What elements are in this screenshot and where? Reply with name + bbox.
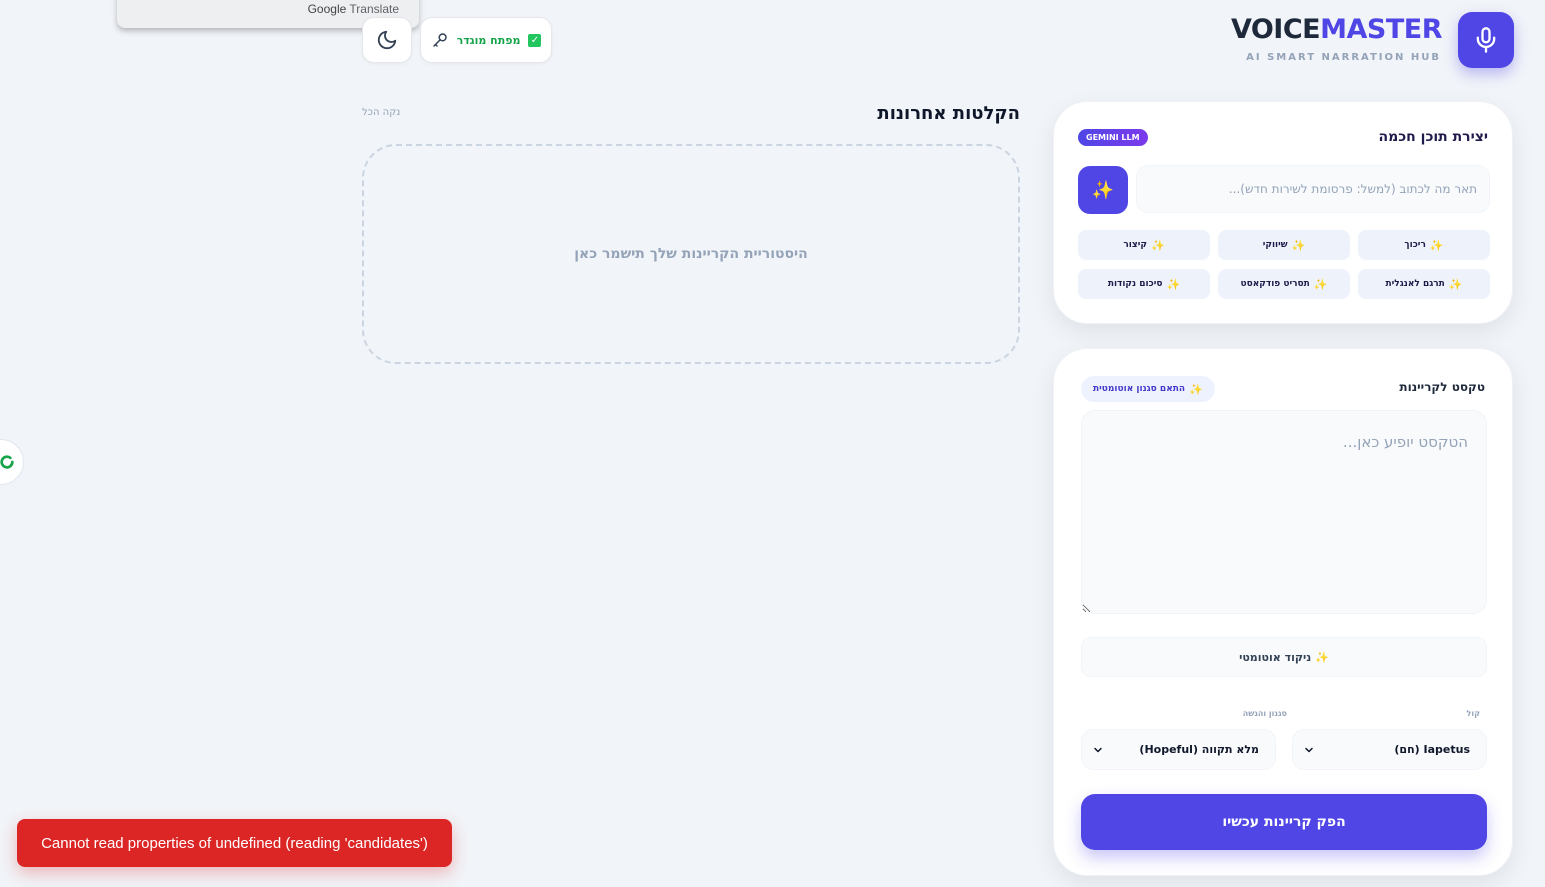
error-toast: Cannot read properties of undefined (rea… — [17, 819, 452, 867]
history-empty-message: היסטוריית הקריינות שלך תישמר כאן — [574, 246, 808, 262]
chevron-down-icon — [1094, 747, 1102, 752]
sparkle-icon: ✨ — [1291, 238, 1306, 252]
voice-label: קול — [1466, 709, 1480, 718]
sparkle-icon: ✨ — [1091, 179, 1115, 200]
voice-select[interactable]: Iapetus (חם) — [1292, 729, 1487, 770]
ai-card-title: יצירת תוכן חכמה — [1378, 129, 1488, 145]
ai-content-card: יצירת תוכן חכמה GEMINI LLM ✨ ✨ריכוך ✨שיו… — [1053, 101, 1513, 324]
prompt-input[interactable] — [1136, 165, 1490, 213]
google-translate-brand: Google — [307, 2, 347, 16]
api-key-label: מפתח מוגדר — [456, 33, 521, 47]
narration-text-label: טקסט לקריינות — [1399, 380, 1485, 394]
check-icon: ✓ — [528, 33, 542, 47]
style-label: סגנון והגשה — [1242, 709, 1287, 718]
sparkle-icon: ✨ — [1189, 382, 1203, 396]
key-icon — [432, 33, 447, 47]
style-select-value: מלא תקווה (Hopeful) — [1139, 743, 1259, 756]
refresh-icon — [0, 455, 14, 469]
chip-label: תרגם לאנגלית — [1385, 279, 1445, 289]
sparkle-icon: ✨ — [1448, 277, 1463, 291]
chip-label: תסריט פודקאסט — [1240, 279, 1310, 289]
auto-style-button[interactable]: ✨ התאם סגנון אוטומטית — [1081, 376, 1215, 402]
auto-nikud-label: ניקוד אוטומטי — [1239, 650, 1312, 664]
produce-narration-button[interactable]: הפק קריינות עכשיו — [1081, 794, 1487, 850]
chip-label: ריכוך — [1404, 240, 1426, 250]
api-key-button[interactable]: ✓ מפתח מוגדר — [420, 17, 552, 63]
chip-podcast-script[interactable]: ✨ תסריט פודקאסט — [1218, 269, 1350, 299]
sparkle-icon: ✨ — [1150, 238, 1165, 252]
sparkle-icon: ✨ — [1315, 650, 1329, 664]
narration-text-card: טקסט לקריינות ✨התאם סגנון אוטומטית ✨ניקו… — [1053, 348, 1513, 876]
app-title-part1: VOICE — [1230, 14, 1321, 45]
brand-logo — [1458, 12, 1514, 68]
narration-textarea[interactable] — [1081, 410, 1487, 614]
moon-icon — [377, 30, 397, 50]
google-translate-label: Translate — [349, 2, 399, 16]
chip-label: שיווקי — [1262, 240, 1288, 250]
clear-all-button[interactable]: נקה הכל — [362, 107, 400, 118]
chip-shorten[interactable]: ✨ קיצור — [1078, 230, 1210, 260]
side-refresh-button[interactable] — [0, 439, 24, 485]
chip-bullet-summary[interactable]: ✨ סיכום נקודות — [1078, 269, 1210, 299]
style-select[interactable]: מלא תקווה (Hopeful) — [1081, 729, 1276, 770]
error-toast-message: Cannot read properties of undefined (rea… — [41, 834, 428, 852]
chip-translate-english[interactable]: ✨ תרגם לאנגלית — [1358, 269, 1490, 299]
generate-button[interactable]: ✨ — [1078, 166, 1128, 214]
mic-icon — [1476, 27, 1496, 53]
gemini-badge: GEMINI LLM — [1078, 129, 1148, 146]
app-title: VOICEMASTER — [1230, 14, 1443, 45]
auto-style-label: התאם סגנון אוטומטית — [1093, 384, 1186, 394]
chip-label: קיצור — [1123, 240, 1147, 250]
history-title: הקלטות אחרונות — [877, 103, 1020, 124]
chip-marketing[interactable]: ✨ שיווקי — [1218, 230, 1350, 260]
theme-toggle-button[interactable] — [362, 17, 412, 63]
auto-nikud-button[interactable]: ✨ ניקוד אוטומטי — [1081, 637, 1487, 677]
app-subtitle: AI SMART NARRATION HUB — [1246, 52, 1441, 63]
sparkle-icon: ✨ — [1429, 238, 1444, 252]
sparkle-icon: ✨ — [1166, 277, 1181, 291]
chevron-down-icon — [1305, 747, 1313, 752]
voice-select-value: Iapetus (חם) — [1394, 743, 1470, 756]
chip-label: סיכום נקודות — [1107, 279, 1163, 289]
app-title-part2: MASTER — [1320, 14, 1442, 45]
history-empty-box: היסטוריית הקריינות שלך תישמר כאן — [362, 144, 1020, 364]
sparkle-icon: ✨ — [1313, 277, 1328, 291]
chip-soften[interactable]: ✨ ריכוך — [1358, 230, 1490, 260]
